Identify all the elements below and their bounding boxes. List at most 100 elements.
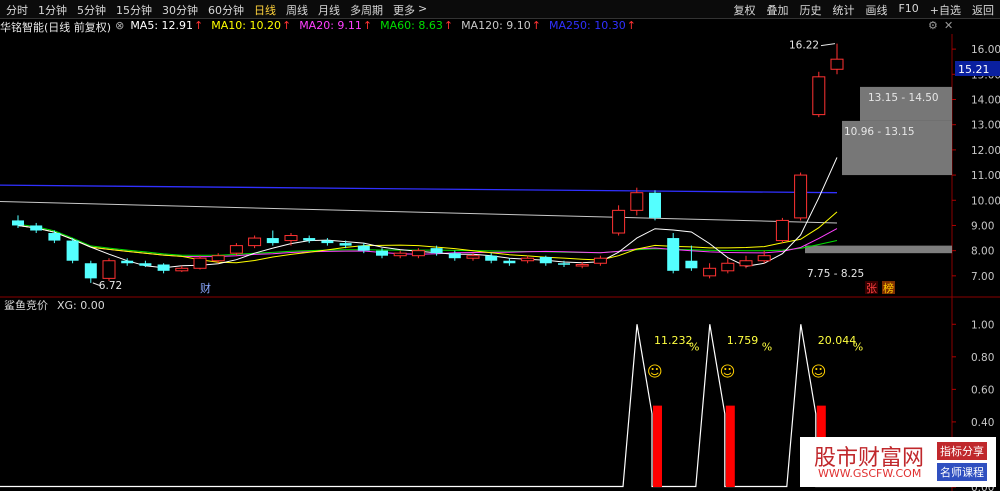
ma250-line [0, 184, 838, 194]
ma-label-4: MA120: 9.10 [461, 19, 531, 32]
period-tab-9[interactable]: 多周期 [350, 2, 383, 18]
price-zone-2 [805, 245, 952, 254]
watermark-tag-share: 指标分享 [937, 442, 987, 460]
more-chevron-icon[interactable]: > [418, 2, 427, 15]
spike-percent-label: 1.759 [727, 334, 759, 347]
ma-info-bar: 华铭智能(日线 前复权) ⊗ MA5: 12.91 ↑ MA10: 10.20 ↑ MA20… [0, 18, 1000, 34]
candle-body [193, 257, 207, 269]
period-tab-2[interactable]: 5分钟 [77, 2, 106, 18]
candle-body [503, 260, 516, 264]
ma-up-arrow-icon: ↑ [194, 19, 204, 32]
period-tab-7[interactable]: 周线 [286, 2, 308, 18]
candle-body [175, 267, 189, 272]
candle-body [739, 260, 753, 267]
ma-label-0: MA5: 12.91 [130, 19, 194, 32]
action-button-0[interactable]: 复权 [733, 2, 755, 18]
candle-body [466, 255, 480, 259]
candle-body [48, 233, 61, 241]
y-tick-label: 12.00 [971, 145, 1000, 157]
smiley-icon: ☺ [811, 362, 827, 380]
dropdown-icon[interactable]: ⊗ [115, 19, 124, 32]
high-pointer [820, 43, 836, 47]
candle-body [757, 255, 771, 262]
ma-up-arrow-icon: ↑ [362, 19, 373, 32]
signal-bar [725, 405, 735, 487]
ma-up-arrow-icon: ↑ [443, 19, 454, 32]
close-icon[interactable]: ✕ [944, 19, 953, 32]
action-button-7[interactable]: 返回 [972, 2, 994, 18]
candle-body [593, 257, 607, 264]
bang-marker: 榜 [883, 281, 894, 295]
candle-body [248, 237, 262, 247]
spike-percent-unit: % [853, 340, 863, 353]
candle-body [721, 262, 735, 272]
candle-body [630, 192, 644, 211]
candle-body [558, 263, 570, 265]
zhang-marker: 张 [866, 282, 877, 295]
candle-body [667, 238, 680, 271]
indicator-y-tick-label: 0.80 [971, 352, 994, 364]
spike-percent-label: 20.044 [818, 334, 857, 347]
y-tick-label: 14.00 [971, 95, 1000, 107]
candle-body [812, 76, 826, 116]
period-tab-3[interactable]: 15分钟 [116, 2, 152, 18]
period-tab-1[interactable]: 1分钟 [38, 2, 67, 18]
high-price-label: 16.22 [789, 40, 819, 52]
indicator-y-tick-label: 1.00 [971, 319, 994, 331]
candle-body [448, 253, 461, 259]
candle-body [321, 240, 334, 244]
ma-up-arrow-icon: ↑ [281, 19, 292, 32]
candle-body [539, 256, 552, 264]
candle-body [121, 260, 134, 264]
period-tab-5[interactable]: 60分钟 [208, 2, 244, 18]
action-button-1[interactable]: 叠加 [766, 2, 788, 18]
y-tick-label: 8.00 [971, 246, 994, 258]
action-button-2[interactable]: 历史 [799, 2, 821, 18]
candle-body [521, 257, 535, 262]
watermark-tag-course: 名师课程 [937, 463, 987, 481]
candle-body [393, 252, 407, 257]
y-tick-label: 16.00 [971, 44, 1000, 56]
period-tab-8[interactable]: 月线 [318, 2, 340, 18]
candle-body [649, 192, 661, 218]
y-tick-label: 7.00 [971, 271, 994, 283]
candle-body [703, 267, 717, 277]
candle-body [775, 219, 789, 242]
y-tick-label: 11.00 [971, 170, 1000, 182]
action-button-5[interactable]: F10 [898, 2, 918, 15]
candle-body [12, 220, 24, 226]
period-tab-6[interactable]: 日线 [254, 2, 276, 18]
stock-name: 华铭智能(日线 前复权) [0, 21, 112, 34]
candle-body [30, 225, 43, 231]
candle-body [339, 243, 352, 246]
price-range-label: 10.96 - 13.15 [844, 126, 915, 138]
candle-body [229, 245, 243, 254]
last-price-label: 15.21 [958, 63, 990, 76]
ma-label-5: MA250: 10.30 [549, 19, 626, 32]
ma-label-2: MA20: 9.11 [299, 19, 362, 32]
ma-label-3: MA60: 8.63 [380, 19, 443, 32]
action-button-6[interactable]: +自选 [930, 2, 961, 18]
watermark-url: WWW.GSCFW.COM [818, 467, 922, 480]
action-button-4[interactable]: 画线 [865, 2, 887, 18]
period-tab-10[interactable]: 更多 [393, 2, 415, 18]
price-range-label: 7.75 - 8.25 [807, 268, 864, 280]
action-button-3[interactable]: 统计 [832, 2, 854, 18]
candle-body [284, 235, 298, 242]
gear-icon[interactable]: ⚙ [928, 19, 938, 32]
ma120-line [0, 201, 838, 224]
watermark: 股市财富网 WWW.GSCFW.COM 指标分享 名师课程 [800, 437, 996, 487]
candle-body [157, 264, 170, 271]
candle-body [66, 240, 79, 261]
y-tick-label: 9.00 [971, 220, 994, 232]
smiley-icon: ☺ [647, 362, 663, 380]
ma60-line [17, 223, 838, 256]
candle-body [612, 209, 626, 234]
indicator-y-tick-label: 0.60 [971, 384, 994, 396]
indicator-title: 鲨鱼竞价 [4, 298, 48, 312]
period-tab-0[interactable]: 分时 [6, 2, 28, 18]
y-tick-label: 10.00 [971, 195, 1000, 207]
ma-up-arrow-icon: ↑ [626, 19, 636, 32]
period-tab-4[interactable]: 30分钟 [162, 2, 198, 18]
price-range-label: 13.15 - 14.50 [868, 92, 939, 104]
